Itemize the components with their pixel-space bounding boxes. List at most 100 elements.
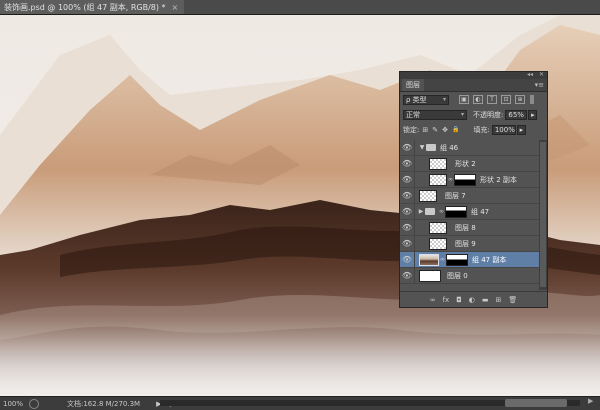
panel-menu-icon[interactable]: ▾≡	[535, 79, 544, 91]
visibility-eye-icon[interactable]: 👁	[400, 191, 414, 200]
new-layer-icon[interactable]: ⊞	[495, 296, 501, 304]
fill-value: 100%	[494, 125, 515, 134]
filter-kind-label: 类型	[412, 95, 427, 104]
zoom-level[interactable]: 100%	[0, 400, 25, 408]
delete-layer-icon[interactable]: 🗑	[508, 296, 517, 304]
opacity-value: 65%	[508, 110, 524, 119]
filter-kind-select[interactable]: ρ 类型 ▾	[403, 94, 449, 105]
mask-link-icon[interactable]: ∞	[439, 256, 446, 263]
mask-link-icon[interactable]: ∞	[438, 208, 445, 215]
layer-name: 图层 7	[445, 191, 466, 200]
shape-filter-icon[interactable]: ⊡	[501, 95, 511, 104]
layer-thumbnail	[419, 253, 439, 266]
layer-row-layer-9[interactable]: 👁 图层 9	[400, 235, 539, 252]
link-layers-icon[interactable]: ∞	[430, 296, 436, 304]
lock-position-icon[interactable]: ✥	[442, 126, 448, 134]
folder-icon	[425, 208, 435, 215]
layers-panel: ◂◂ ✕ 图层 ▾≡ ρ 类型 ▾ ▣ ◐ T ⊡ ⊕ 正常 ▾ 不透明度: 6…	[399, 71, 548, 308]
layer-row-layer-7[interactable]: 👁 图层 7	[400, 187, 539, 204]
visibility-eye-icon[interactable]: 👁	[400, 223, 414, 232]
layer-style-icon[interactable]: fx	[443, 296, 450, 304]
horizontal-scrollbar-thumb[interactable]	[505, 399, 567, 407]
panel-grip[interactable]: ◂◂ ✕	[400, 71, 547, 79]
layer-list-scrollbar[interactable]	[539, 140, 547, 290]
zoom-icon	[29, 398, 39, 409]
fill-input[interactable]: 100%	[491, 124, 516, 135]
lock-pixels-icon[interactable]: ✎	[432, 126, 438, 134]
lock-all-icon[interactable]: 🔒	[452, 126, 459, 133]
divider	[414, 203, 415, 220]
document-size: 文档:162.8 M/270.3M	[67, 399, 141, 408]
divider	[414, 155, 415, 172]
visibility-eye-icon[interactable]: 👁	[400, 175, 414, 184]
tab-layers[interactable]: 图层	[402, 79, 424, 91]
layer-thumbnail	[429, 221, 447, 234]
filter-toggle[interactable]	[530, 95, 534, 104]
layer-row-group-47-copy[interactable]: 👁 ∞ 组 47 副本	[400, 251, 539, 268]
blend-mode-select[interactable]: 正常 ▾	[403, 109, 467, 120]
collapse-icon[interactable]: ◂◂	[527, 71, 533, 78]
divider	[414, 219, 415, 236]
chevron-down-icon: ▾	[460, 111, 464, 118]
layer-row-layer-8[interactable]: 👁 图层 8	[400, 219, 539, 236]
layer-row-group-47[interactable]: 👁 ▶ ∞ 组 47	[400, 203, 539, 220]
expand-triangle-icon[interactable]: ▶	[417, 208, 425, 215]
close-icon[interactable]: ×	[172, 3, 179, 12]
lock-transparent-icon[interactable]: ⊞	[422, 126, 428, 134]
layer-name: 组 46	[440, 143, 459, 152]
smart-object-filter-icon[interactable]: ⊕	[515, 95, 525, 104]
opacity-label: 不透明度:	[473, 110, 504, 119]
type-filter-icon[interactable]: T	[487, 95, 497, 104]
layer-thumbnail	[429, 157, 447, 170]
layer-name: 图层 8	[455, 223, 476, 232]
visibility-eye-icon[interactable]: 👁	[400, 143, 414, 152]
layer-list[interactable]: 👁 ▼ 组 46 👁 形状 2 👁 ∞ 形状 2 副本 👁 图层 7 👁 ▶ ∞…	[400, 139, 539, 290]
divider	[414, 251, 415, 268]
visibility-eye-icon[interactable]: 👁	[400, 207, 414, 216]
pixel-filter-icon[interactable]: ▣	[459, 95, 469, 104]
opacity-input[interactable]: 65%	[505, 109, 528, 120]
divider	[414, 139, 415, 156]
new-group-icon[interactable]: ▬	[482, 296, 489, 304]
fill-label: 填充:	[473, 125, 490, 134]
add-mask-icon[interactable]: ◘	[456, 296, 462, 304]
visibility-eye-icon[interactable]: 👁	[400, 271, 414, 280]
status-bar: 100% 文档:162.8 M/270.3M ▶ ◀ ▶	[0, 396, 600, 410]
expand-triangle-icon[interactable]: ▼	[418, 144, 426, 151]
layer-row-layer-0[interactable]: 👁 图层 0	[400, 267, 539, 284]
layer-name: 形状 2 副本	[480, 175, 517, 184]
opacity-slider-button[interactable]: ▸	[528, 109, 538, 120]
layer-row-shape-2-copy[interactable]: 👁 ∞ 形状 2 副本	[400, 171, 539, 188]
layer-name: 组 47 副本	[472, 255, 507, 264]
visibility-eye-icon[interactable]: 👁	[400, 159, 414, 168]
layer-name: 图层 0	[447, 271, 468, 280]
layer-row-shape-2[interactable]: 👁 形状 2	[400, 155, 539, 172]
divider	[414, 235, 415, 252]
close-icon[interactable]: ✕	[539, 71, 544, 78]
scrollbar-thumb[interactable]	[540, 142, 546, 287]
layer-name: 组 47	[471, 207, 490, 216]
document-title: 装饰画.psd @ 100% (组 47 副本, RGB/8) *	[4, 2, 166, 12]
scroll-right-icon[interactable]: ▶	[588, 397, 593, 405]
layer-thumbnail	[419, 269, 441, 282]
adjustment-filter-icon[interactable]: ◐	[473, 95, 483, 104]
document-tab-bar: 装饰画.psd @ 100% (组 47 副本, RGB/8) * ×	[0, 0, 600, 15]
search-icon: ρ	[406, 95, 411, 104]
fill-slider-button[interactable]: ▸	[516, 124, 526, 135]
visibility-eye-icon[interactable]: 👁	[400, 255, 414, 264]
mask-link-icon[interactable]: ∞	[447, 176, 454, 183]
visibility-eye-icon[interactable]: 👁	[400, 239, 414, 248]
layer-mask-thumbnail	[454, 173, 476, 186]
chevron-down-icon: ▾	[442, 96, 446, 103]
document-tab[interactable]: 装饰画.psd @ 100% (组 47 副本, RGB/8) * ×	[0, 0, 185, 14]
layer-thumbnail	[419, 189, 437, 202]
folder-icon	[426, 144, 436, 151]
layer-thumbnail	[429, 237, 447, 250]
group-mask-thumbnail	[445, 205, 467, 218]
divider	[414, 171, 415, 188]
blend-row: 正常 ▾ 不透明度: 65% ▸	[400, 107, 547, 122]
layer-row-group-46[interactable]: 👁 ▼ 组 46	[400, 139, 539, 156]
panel-footer: ∞ fx ◘ ◐ ▬ ⊞ 🗑	[400, 291, 547, 308]
panel-header: 图层 ▾≡	[400, 79, 547, 92]
adjustment-layer-icon[interactable]: ◐	[469, 296, 475, 304]
